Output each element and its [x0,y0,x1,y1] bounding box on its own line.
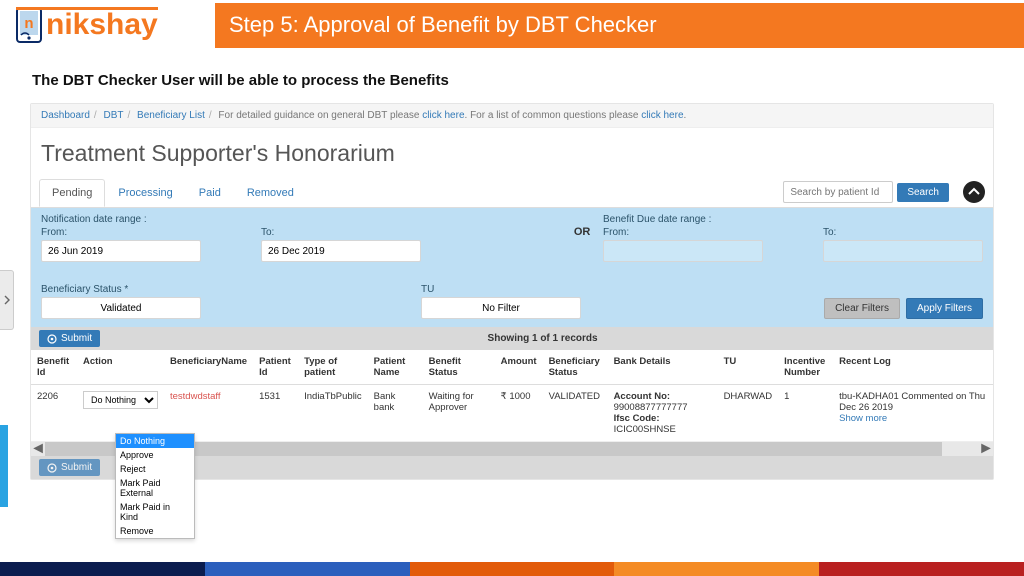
logo-text: nikshay [46,7,158,43]
benef-status-input[interactable] [41,297,201,319]
cell-amount: ₹ 1000 [495,385,543,442]
table-header-row: Benefit Id Action BeneficiaryName Patien… [31,350,993,385]
crumb-dbt[interactable]: DBT [103,110,123,121]
notif-from-input[interactable] [41,240,201,262]
submit-button-bottom[interactable]: Submit [39,459,100,476]
cell-patient-id: 1531 [253,385,298,442]
col-patient-id: Patient Id [253,350,298,385]
option-do-nothing[interactable]: Do Nothing [116,434,194,448]
submit-button-top[interactable]: Submit [39,330,100,347]
action-dropdown-menu: Do Nothing Approve Reject Mark Paid Exte… [115,433,195,539]
action-select[interactable]: Do Nothing [83,391,158,409]
tab-paid[interactable]: Paid [186,179,234,207]
chevron-up-icon [968,186,980,198]
benefits-table: Benefit Id Action BeneficiaryName Patien… [31,350,993,442]
records-count: Showing 1 of 1 records [100,333,985,344]
search-wrap: Search [783,177,985,207]
gear-icon [47,463,57,473]
crumb-guidance-link[interactable]: click here [422,110,464,121]
option-reject[interactable]: Reject [116,462,194,476]
from-label: From: [41,227,201,238]
due-to-input[interactable] [823,240,983,262]
logo: n nikshay [0,7,215,43]
tab-pending[interactable]: Pending [39,179,105,207]
col-tu: TU [718,350,779,385]
tu-label: TU [421,284,581,295]
footer-strip [0,562,1024,576]
side-expand-tab[interactable] [0,270,14,330]
cell-benefit-id: 2206 [31,385,77,442]
option-mark-paid-kind[interactable]: Mark Paid in Kind [116,500,194,524]
scroll-left-icon[interactable]: ◄ [31,442,45,456]
col-amount: Amount [495,350,543,385]
benef-status-label: Beneficiary Status * [41,284,201,295]
page-subtitle: The DBT Checker User will be able to pro… [0,50,1024,103]
tab-processing[interactable]: Processing [105,179,185,207]
tu-input[interactable] [421,297,581,319]
cell-recent-log: tbu-KADHA01 Commented on Thu Dec 26 2019… [833,385,993,442]
option-approve[interactable]: Approve [116,448,194,462]
cell-bank-details: Account No: 99008877777777 Ifsc Code: IC… [608,385,718,442]
col-benefit-status: Benefit Status [423,350,495,385]
step-banner: Step 5: Approval of Benefit by DBT Check… [215,3,1024,48]
due-from-input[interactable] [603,240,763,262]
search-input[interactable] [783,181,893,203]
due-range-label: Benefit Due date range : [603,214,983,225]
cell-beneficiary-status: VALIDATED [543,385,608,442]
clear-filters-button[interactable]: Clear Filters [824,298,900,319]
records-bar: Submit Showing 1 of 1 records [31,327,993,350]
scroll-right-icon[interactable]: ► [979,442,993,456]
col-incentive-number: Incentive Number [778,350,833,385]
header-row: n nikshay Step 5: Approval of Benefit by… [0,0,1024,50]
due-to-label: To: [823,227,983,238]
col-patient-name: Patient Name [368,350,423,385]
col-beneficiary-name: BeneficiaryName [164,350,253,385]
option-mark-paid-external[interactable]: Mark Paid External [116,476,194,500]
apply-filters-button[interactable]: Apply Filters [906,298,983,319]
crumb-beneficiary-list[interactable]: Beneficiary List [137,110,205,121]
chevron-right-icon [4,295,10,305]
option-remove[interactable]: Remove [116,524,194,538]
or-separator: OR [561,214,603,262]
col-bank-details: Bank Details [608,350,718,385]
due-from-label: From: [603,227,763,238]
cell-incentive-number: 1 [778,385,833,442]
filter-area: Notification date range : From: To: OR B… [31,208,993,327]
cell-type-patient: IndiaTbPublic [298,385,368,442]
notif-range-label: Notification date range : [41,214,561,225]
show-more-link[interactable]: Show more [839,413,887,424]
logo-phone-icon: n [15,7,43,43]
col-recent-log: Recent Log [833,350,993,385]
cell-patient-name: Bank bank [368,385,423,442]
main-panel: Dashboard/ DBT/ Beneficiary List/ For de… [30,103,994,480]
crumb-faq-link[interactable]: click here [641,110,683,121]
page-title: Treatment Supporter's Honorarium [31,128,993,177]
crumb-text: For detailed guidance on general DBT ple… [218,110,422,121]
col-action: Action [77,350,164,385]
crumb-dashboard[interactable]: Dashboard [41,110,90,121]
side-accent-bar [0,425,8,507]
cell-benefit-status: Waiting for Approver [423,385,495,442]
cell-tu: DHARWAD [718,385,779,442]
crumb-text2: . For a list of common questions please [465,110,642,121]
gear-icon [47,334,57,344]
tab-removed[interactable]: Removed [234,179,307,207]
svg-text:n: n [24,15,33,32]
notif-to-input[interactable] [261,240,421,262]
col-type-patient: Type of patient [298,350,368,385]
scroll-top-button[interactable] [963,181,985,203]
to-label: To: [261,227,421,238]
search-button[interactable]: Search [897,183,949,202]
breadcrumb: Dashboard/ DBT/ Beneficiary List/ For de… [31,104,993,128]
tabs-row: Pending Processing Paid Removed Search [31,177,993,208]
col-beneficiary-status: Beneficiary Status [543,350,608,385]
col-benefit-id: Benefit Id [31,350,77,385]
